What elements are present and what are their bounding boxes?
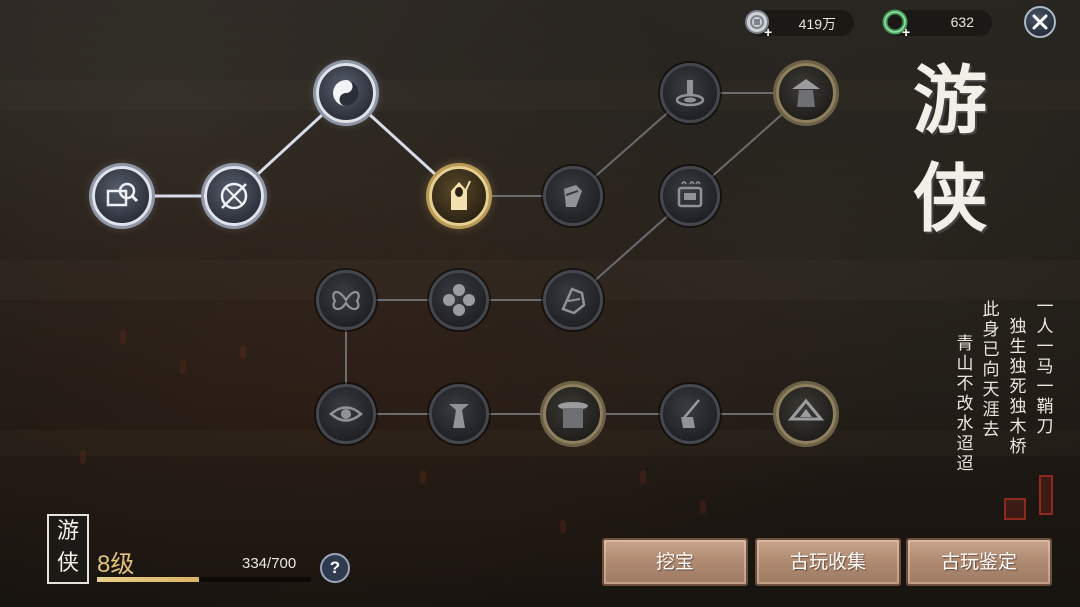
badge-char-1: 游 (56, 519, 79, 544)
title-char-2: 侠 (913, 156, 987, 242)
jade-ring-plus-icon: + (880, 7, 912, 40)
poem-column-4: 青山不改水迢迢 (956, 334, 974, 474)
hooded-swordsman-icon (451, 180, 471, 210)
butterfly-icon (332, 290, 360, 311)
straw-hat-icon (787, 398, 825, 421)
skill-node-cauldron[interactable] (660, 166, 720, 226)
veiled-hat-icon (558, 402, 588, 428)
title-char-1: 游 (913, 58, 987, 144)
poem-column-1: 一人一马一鞘刀 (1036, 297, 1054, 437)
gauntlet-icon (561, 287, 586, 315)
antique-appraisal-button[interactable]: 古玩鉴定 (906, 538, 1052, 586)
armored-arm-icon (564, 185, 582, 207)
yin-yang-icon (333, 80, 359, 106)
fountain-icon (675, 80, 705, 107)
class-badge: 游 侠 (47, 514, 89, 584)
skill-node-robed[interactable] (429, 384, 489, 444)
red-seal-square (1004, 498, 1026, 520)
skill-node-search[interactable] (92, 166, 152, 226)
skill-node-butterfly[interactable] (316, 270, 376, 330)
svg-text:+: + (902, 24, 910, 39)
skill-node-blade-hand[interactable] (660, 384, 720, 444)
robed-figure-icon (449, 404, 469, 428)
skill-node-veiled[interactable] (543, 384, 603, 444)
antique-collection-button[interactable]: 古玩收集 (755, 538, 901, 586)
xp-text: 334/700 (242, 555, 297, 572)
skill-node-cross[interactable] (429, 270, 489, 330)
jade-amount: 632 (950, 14, 974, 30)
skill-node-compass[interactable] (204, 166, 264, 226)
close-button[interactable] (1024, 6, 1056, 38)
skill-node-fountain[interactable] (660, 63, 720, 123)
poem-column-3: 此身已向天涯去 (982, 300, 1000, 440)
skill-node-wanderer[interactable] (429, 166, 489, 226)
help-button[interactable]: ? (320, 553, 350, 583)
skill-node-eye[interactable] (316, 384, 376, 444)
jade-resource[interactable]: + 632 (882, 9, 992, 40)
silver-coin-plus-icon: + (742, 7, 774, 40)
level-label: 8级 (97, 551, 135, 578)
silver-amount: 419万 (798, 16, 836, 32)
search-chest-icon (106, 182, 139, 207)
badge-char-2: 侠 (56, 551, 79, 576)
cross-emblem-icon (443, 284, 475, 316)
page-title: 游 侠 (900, 52, 1000, 248)
poem-column-2: 独生独死独木桥 (1009, 317, 1027, 457)
svg-text:+: + (764, 24, 772, 39)
red-seal-stamp (1039, 475, 1053, 515)
eye-icon (329, 406, 363, 422)
close-icon (1032, 14, 1048, 30)
skill-node-gauntlet[interactable] (543, 270, 603, 330)
dig-treasure-button[interactable]: 挖宝 (602, 538, 748, 586)
cauldron-icon (677, 181, 703, 208)
compass-swords-icon (220, 182, 248, 210)
xp-progress-bar (97, 577, 311, 582)
bamboo-hat-warrior-icon (792, 79, 820, 107)
silver-resource[interactable]: + 419万 (745, 10, 854, 40)
hand-blade-icon (681, 399, 700, 428)
xp-progress-fill (97, 577, 200, 582)
skill-node-straw-hat[interactable] (776, 384, 836, 444)
skill-node-arm[interactable] (543, 166, 603, 226)
skill-node-taiji[interactable] (316, 63, 376, 123)
skill-node-bamboo-hat[interactable] (776, 63, 836, 123)
